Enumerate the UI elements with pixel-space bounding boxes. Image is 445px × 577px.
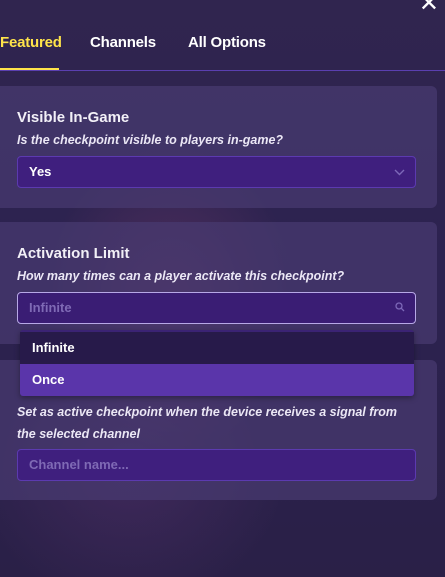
activation-limit-card: Activation Limit How many times can a pl… bbox=[0, 222, 437, 344]
channel-name-input[interactable]: Channel name... bbox=[17, 449, 416, 481]
active-channel-description-line2: the selected channel bbox=[17, 427, 140, 441]
tab-channels[interactable]: Channels bbox=[90, 34, 156, 51]
visible-ingame-select[interactable]: Yes bbox=[17, 156, 416, 188]
channel-name-placeholder: Channel name... bbox=[29, 457, 129, 472]
close-icon[interactable]: ✕ bbox=[419, 0, 439, 16]
activation-limit-description: How many times can a player activate thi… bbox=[17, 269, 345, 283]
visible-ingame-description: Is the checkpoint visible to players in-… bbox=[17, 133, 284, 147]
visible-ingame-card: Visible In-Game Is the checkpoint visibl… bbox=[0, 86, 437, 208]
activation-limit-title: Activation Limit bbox=[17, 245, 130, 262]
tab-featured[interactable]: Featured bbox=[0, 34, 62, 51]
active-channel-description-line1: Set as active checkpoint when the device… bbox=[17, 405, 398, 419]
activation-limit-placeholder: Infinite bbox=[29, 300, 72, 315]
activation-limit-input[interactable]: Infinite bbox=[17, 292, 416, 324]
option-once[interactable]: Once bbox=[20, 364, 414, 396]
visible-ingame-title: Visible In-Game bbox=[17, 109, 130, 126]
tab-bar: Featured Channels All Options bbox=[0, 32, 445, 71]
chevron-down-icon bbox=[394, 157, 405, 187]
activation-limit-dropdown: Infinite Once bbox=[20, 330, 414, 396]
search-icon bbox=[395, 293, 405, 323]
visible-ingame-value: Yes bbox=[29, 164, 52, 179]
option-infinite[interactable]: Infinite bbox=[20, 332, 414, 364]
tab-all-options[interactable]: All Options bbox=[188, 34, 266, 51]
active-tab-indicator bbox=[0, 68, 59, 70]
